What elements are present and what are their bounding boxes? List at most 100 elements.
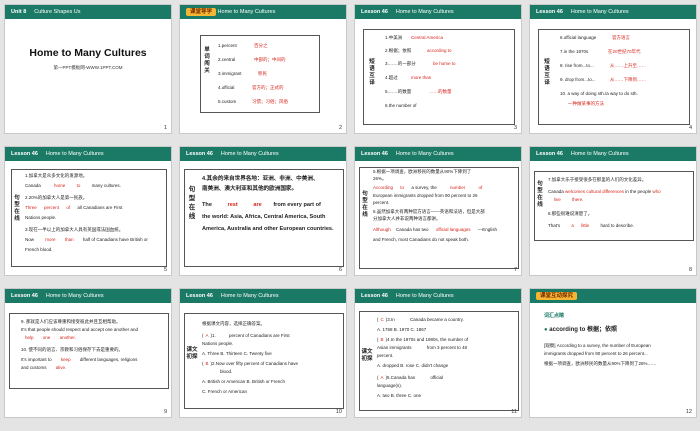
slide-header: Lesson 46 Home to Many Cultures (530, 147, 696, 161)
section-label: 句型在线 (362, 191, 368, 218)
sentence-answer: differences (602, 189, 625, 194)
word-line: 5.custom (218, 99, 237, 104)
slide-number: 4 (688, 125, 692, 131)
lesson-title: Home to Many Cultures (395, 151, 454, 157)
sentence-answer: who (652, 189, 661, 194)
slide-header: Lesson 46 Home to Many Cultures (355, 289, 521, 303)
sentence-answer: more (45, 237, 56, 242)
sentence-answer: home (54, 183, 66, 188)
section-label: 句型在线 (14, 195, 20, 222)
quiz-line: percent. (377, 353, 394, 358)
slide-thumbnail-2[interactable]: 课堂导学 Home to Many Cultures 单词闯关 1.percen… (179, 4, 347, 134)
slide-number: 5 (163, 267, 167, 273)
slide-thumbnail-4[interactable]: Lesson 46 Home to Many Cultures 短语互译 6.of… (529, 4, 697, 134)
quiz-text: ( (377, 317, 379, 322)
lesson-title: Home to Many Cultures (570, 151, 629, 157)
phrase-answer: 官方语言 (612, 35, 630, 40)
sentence-line: and French, most Canadians do not speak … (373, 237, 470, 242)
sentence-line: the world: Asia, Africa, Central America… (202, 214, 326, 220)
phrase-answer: ……的数量 (429, 89, 452, 94)
sentence-text: It's important to (21, 357, 52, 362)
keyword-line: ● according to 根据；依照 (544, 327, 617, 333)
quiz-options: C. French or American (202, 389, 248, 394)
slide-number: 8 (688, 267, 692, 273)
slide-thumbnail-5[interactable]: Lesson 46 Home to Many Cultures 句型在线 1.加拿… (4, 146, 172, 276)
sentence-answer: to (76, 183, 81, 188)
slide-thumbnail-9[interactable]: Lesson 46 Home to Many Cultures 9. 那就是人们应… (4, 288, 172, 418)
sentence-text: Canada (25, 183, 41, 188)
sentence-text: in the people (625, 189, 652, 194)
sentence-answer: a (571, 223, 574, 228)
slide-header: Lesson 46 Home to Many Cultures (180, 289, 346, 303)
quiz-instruction: 根据课文内容，选择正确答案。 (202, 321, 265, 326)
slide-number: 11 (511, 409, 517, 415)
section-label: 句型在线 (537, 181, 543, 208)
section-label: 课文初探 (186, 347, 198, 360)
sentence-answer: rest (227, 202, 238, 208)
section-subtitle: 词汇点睛 (544, 313, 565, 319)
bullet-icon: ● (544, 327, 548, 333)
lesson-title: Home to Many Cultures (45, 293, 104, 299)
quiz-text: ( (377, 375, 379, 380)
sentence-answer: to (400, 185, 405, 190)
word-line: 3.immigrant (218, 71, 242, 76)
quiz-options: A. two B. three C. one (377, 393, 422, 398)
sentence-line: 分加拿大人并非说两种语言都讲。 (373, 216, 441, 221)
phrase-answer: more than (411, 75, 432, 80)
lesson-label: Lesson 46 (361, 151, 388, 157)
lesson-label: Lesson 46 (11, 293, 38, 299)
slide-thumbnail-1[interactable]: Unit 8 Culture Shapes Us Home to Many Cul… (4, 4, 172, 134)
slide-number: 10 (335, 409, 342, 415)
phrase-answer: 从……下降到…… (610, 77, 646, 82)
quiz-line: language(s). (377, 383, 403, 388)
slide-header: Lesson 46 Home to Many Cultures (180, 147, 346, 161)
phrase-line: 5.……的数量 (385, 89, 412, 94)
quiz-text: Asian immigrants (377, 345, 412, 350)
lesson-label: Lesson 46 (186, 151, 213, 157)
slide-thumbnail-12[interactable]: 课堂互动探究 词汇点睛 ● according to 根据；依照 [观察] Ac… (529, 288, 697, 418)
sentence-answer: there. (572, 197, 584, 202)
sentence-line: French blood. (25, 247, 53, 252)
slide-thumbnail-8[interactable]: Lesson 46 Home to Many Cultures 句型在线 7.加拿… (529, 146, 697, 276)
sentence-text: —English (477, 227, 498, 232)
quiz-text: ( (377, 337, 379, 342)
sentence-text: from every part of (273, 202, 321, 208)
sentence-text: and customs (21, 365, 47, 370)
sentence-line: 7.加拿大乐于接受很多在那里的人们的文化差异。 (548, 177, 647, 182)
sentence-text: all Canadians are First (77, 205, 123, 210)
lesson-title: Home to Many Cultures (395, 9, 454, 15)
lesson-title: Home to Many Cultures (217, 9, 276, 15)
phrase-line: 9. drop from...to... (560, 77, 596, 82)
sentence-answer: one (42, 335, 51, 340)
phrase-answer: be home to (433, 61, 456, 66)
sentence-line: America, Australia and other European co… (202, 226, 334, 232)
sentence-line: 南美洲、澳大利亚和其他的欧洲国家。 (202, 186, 298, 192)
phrase-answer: 在20世纪70年代 (608, 49, 641, 54)
example-line: [观察] According to a survey, the number o… (544, 343, 651, 348)
sentence-answer: According (373, 185, 394, 190)
slide-number: 1 (163, 125, 167, 131)
lesson-label: Lesson 46 (361, 9, 388, 15)
quiz-text: )3.In (385, 317, 395, 322)
slide-number: 12 (685, 409, 692, 415)
sentence-answer: of (478, 185, 483, 190)
quiz-text: official (430, 375, 443, 380)
slide-number: 2 (338, 125, 342, 131)
phrase-line: 7.in the 1970s (560, 49, 589, 54)
slide-header: 课堂互动探究 (530, 289, 696, 303)
slide-subtitle: 第一PPT模板网-WWW.1PPT.COM (53, 65, 123, 70)
phrase-line: 6.official language (560, 35, 597, 40)
sentence-answer: of (66, 205, 71, 210)
slide-thumbnail-11[interactable]: Lesson 46 Home to Many Cultures 课文初探 (C)3… (354, 288, 522, 418)
lesson-label: Lesson 46 (186, 293, 213, 299)
slide-thumbnail-7[interactable]: Lesson 46 Home to Many Cultures 句型在线 5.根据… (354, 146, 522, 276)
quiz-answer: A (380, 375, 384, 380)
slide-thumbnail-6[interactable]: Lesson 46 Home to Many Cultures 句型在线 4.其余… (179, 146, 347, 276)
sentence-line: 1.加拿大是众多文化的发源地。 (25, 173, 88, 178)
sentence-line: 6.虽然加拿大有两种官方语言——英语和法语，但是大部 (373, 209, 485, 214)
sentence-text: That's (548, 223, 561, 228)
slide-thumbnail-3[interactable]: Lesson 46 Home to Many Cultures 短语互译 1.中美… (354, 4, 522, 134)
sentence-text: many cultures. (91, 183, 121, 188)
slide-thumbnail-10[interactable]: Lesson 46 Home to Many Cultures 课文初探 根据课文… (179, 288, 347, 418)
quiz-text: )1. (210, 333, 216, 338)
